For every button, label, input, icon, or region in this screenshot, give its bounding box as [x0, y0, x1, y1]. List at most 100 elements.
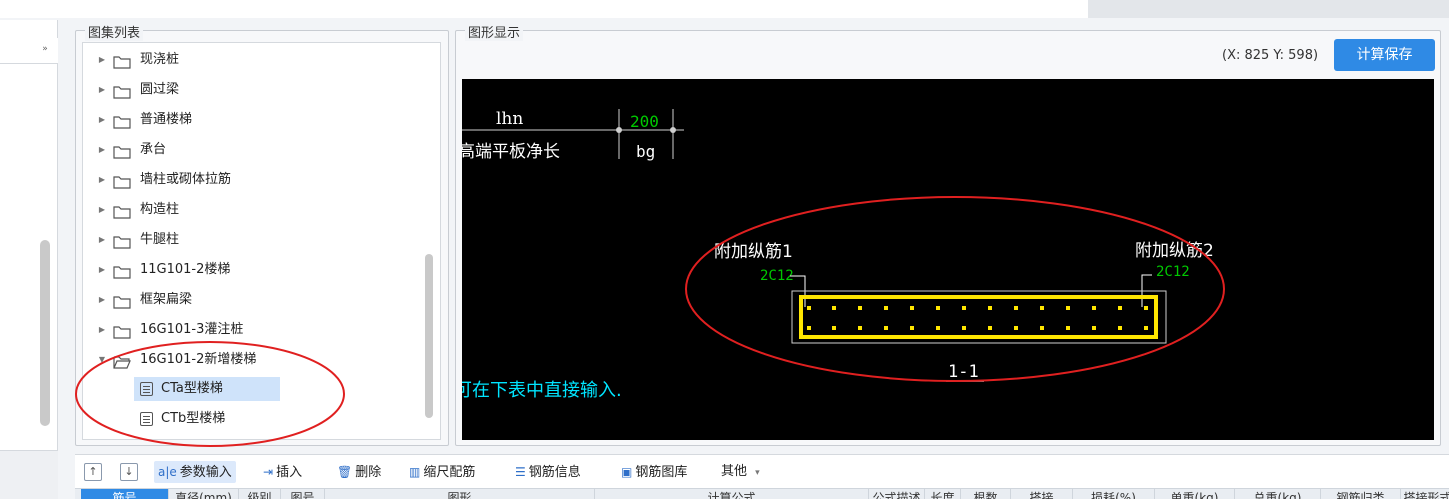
table-column-header[interactable]: 根数 [961, 489, 1011, 499]
tree-item-label: 墙柱或砌体拉筋 [140, 172, 232, 187]
rebar-library-label: 钢筋图库 [635, 465, 688, 480]
other-label: 其他 [721, 464, 748, 479]
table-column-header[interactable]: 搭接形式 [1401, 489, 1449, 499]
rebar-dot [962, 326, 966, 330]
delete-label: 删除 [355, 465, 382, 480]
rebar-dot [858, 326, 862, 330]
chevron-right-icon[interactable]: ▶ [97, 227, 107, 253]
graphic-group-title: 图形显示 [465, 22, 524, 41]
folder-icon [113, 173, 131, 189]
table-column-header[interactable]: 筋号 [81, 489, 169, 499]
delete-button[interactable]: 🗑 删除 [337, 461, 381, 483]
table-column-header[interactable]: 总重(kg) [1235, 489, 1321, 499]
rebar-dot [1014, 326, 1018, 330]
chevron-right-icon[interactable]: ▶ [97, 257, 107, 283]
param-input-icon: a|e [158, 465, 177, 479]
table-column-header[interactable]: 计算公式 [595, 489, 869, 499]
atlas-group-title: 图集列表 [85, 22, 144, 41]
rebar-dot [1118, 326, 1122, 330]
table-column-header[interactable]: 长度 [925, 489, 961, 499]
scale-rebar-button[interactable]: ▥ 缩尺配筋 [409, 461, 475, 483]
param-input-button[interactable]: a|e 参数输入 [154, 461, 236, 483]
move-down-button[interactable]: ↓ [120, 463, 138, 481]
tree-item-label: 普通楼梯 [140, 112, 193, 127]
rebar-dot [988, 306, 992, 310]
folder-icon [113, 143, 131, 159]
label-lhn: lhn [496, 109, 523, 129]
chevron-right-icon[interactable]: ▶ [97, 47, 107, 73]
rebar-dots [807, 306, 1148, 330]
rebar-info-button[interactable]: ☰ 钢筋信息 [515, 461, 581, 483]
tree-scrollbar[interactable] [425, 254, 433, 418]
cad-drawing: lhn 高端平板净长 200 bg 附加纵筋1 2C12 附加纵筋2 2C12 … [462, 109, 1225, 401]
title-strip-right [1088, 0, 1449, 18]
rebar-dot [936, 306, 940, 310]
rebar-dot [1118, 306, 1122, 310]
rebar-dot [1014, 306, 1018, 310]
table-column-header[interactable]: 损耗(%) [1073, 489, 1155, 499]
table-column-header[interactable]: 直径(mm) [169, 489, 239, 499]
rebar-dot [1066, 326, 1070, 330]
stirrup [799, 295, 1158, 339]
rebar-dot [884, 326, 888, 330]
chevron-down-icon: ▾ [755, 468, 760, 478]
rebar-toolbar: ↑ ↓ a|e 参数输入 ⇥ 插入 🗑 删除 ▥ 缩尺配筋 ☰ 钢筋信息 ▣ 钢筋图库 其他… [75, 454, 1449, 488]
folder-icon [113, 113, 131, 129]
move-up-button[interactable]: ↑ [84, 463, 102, 481]
chevron-right-icon[interactable]: ▶ [97, 77, 107, 103]
tree-item-label: 11G101-2楼梯 [140, 262, 231, 277]
label-flat-length: 高端平板净长 [462, 142, 560, 162]
rebar-dot [1092, 306, 1096, 310]
rebar-dot [832, 306, 836, 310]
tree-item-label: 框架扁梁 [140, 292, 193, 307]
param-input-label: 参数输入 [179, 465, 232, 480]
table-column-header[interactable]: 公式描述 [869, 489, 925, 499]
rebar-2-spec: 2C12 [1156, 264, 1190, 280]
table-column-header[interactable]: 图形 [325, 489, 595, 499]
annotation-ellipse [685, 196, 1225, 382]
chevron-right-icon[interactable]: ▶ [97, 197, 107, 223]
left-scrollbar[interactable] [40, 240, 50, 426]
rebar-table-header: 筋号 直径(mm) 级别 图号 图形 计算公式 公式描述 长度 根数 搭接 损耗(%) 单重(kg) 总… [75, 488, 1449, 499]
chevron-right-icon[interactable]: ▶ [97, 107, 107, 133]
label-rebar-2: 附加纵筋2 [1135, 241, 1214, 261]
table-column-header[interactable]: 图号 [281, 489, 325, 499]
tree-item-label: 圆过梁 [140, 82, 180, 97]
rebar-info-label: 钢筋信息 [528, 465, 581, 480]
folder-icon [113, 263, 131, 279]
rebar-dot [910, 306, 914, 310]
coordinate-readout: (X: 825 Y: 598) [1222, 48, 1319, 63]
calculate-save-button[interactable]: 计算保存 [1334, 39, 1435, 71]
rebar-dot [807, 326, 811, 330]
chevron-right-icon[interactable]: ▶ [97, 287, 107, 313]
rebar-dot [884, 306, 888, 310]
folder-icon [113, 53, 131, 69]
other-menu-button[interactable]: 其他 ▾ [721, 461, 760, 483]
dim-node-1 [616, 127, 622, 133]
table-column-header[interactable]: 级别 [239, 489, 281, 499]
rebar-dot [988, 326, 992, 330]
table-column-header[interactable]: 搭接 [1011, 489, 1073, 499]
rebar-dot [1144, 326, 1148, 330]
collapse-icon[interactable]: » [38, 42, 52, 56]
table-column-header[interactable]: 单重(kg) [1155, 489, 1235, 499]
rebar-dot [1066, 306, 1070, 310]
tree-item-label: 构造柱 [140, 202, 180, 217]
folder-icon [113, 233, 131, 249]
cad-canvas[interactable]: lhn 高端平板净长 200 bg 附加纵筋1 2C12 附加纵筋2 2C12 … [462, 79, 1434, 440]
folder-icon [113, 203, 131, 219]
insert-label: 插入 [276, 465, 303, 480]
bar-chart-icon: ▥ [409, 465, 421, 479]
scale-rebar-label: 缩尺配筋 [423, 465, 476, 480]
trash-icon: 🗑 [337, 465, 353, 479]
tree-item-label: 牛腿柱 [140, 232, 180, 247]
rebar-library-button[interactable]: ▣ 钢筋图库 [621, 461, 687, 483]
insert-button[interactable]: ⇥ 插入 [263, 461, 302, 483]
folder-icon [113, 323, 131, 339]
folder-icon [113, 83, 131, 99]
table-column-header[interactable]: 钢筋归类 [1321, 489, 1401, 499]
chevron-right-icon[interactable]: ▶ [97, 137, 107, 163]
folder-icon [113, 293, 131, 309]
tree-annotation-ellipse [75, 341, 345, 447]
chevron-right-icon[interactable]: ▶ [97, 167, 107, 193]
